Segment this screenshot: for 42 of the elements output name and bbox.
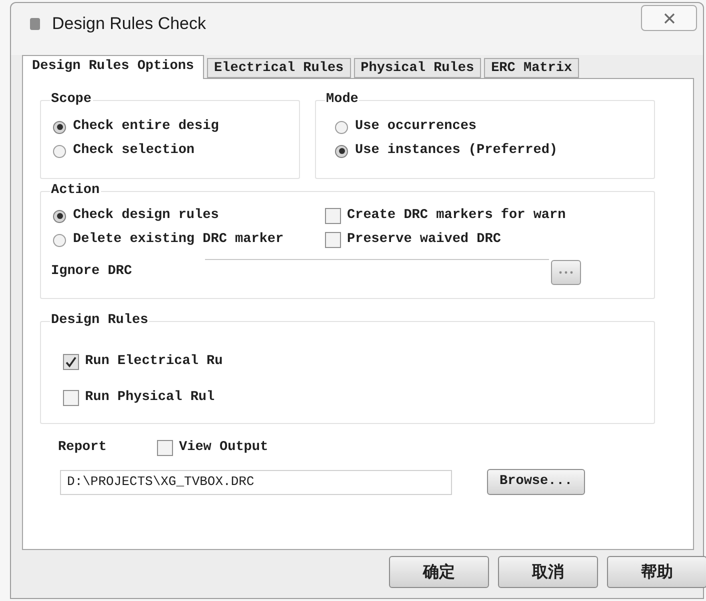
tab[interactable]: Electrical Rules [207, 58, 351, 78]
radio-button[interactable] [53, 144, 66, 158]
radio-button[interactable] [335, 144, 348, 158]
tab[interactable]: ERC Matrix [484, 58, 580, 78]
checkbox-label: Run Physical Rul [85, 388, 215, 407]
checkbox[interactable] [157, 440, 173, 456]
dialog-button[interactable]: 确定 [389, 556, 489, 588]
radio-label: Check entire desig [73, 118, 219, 136]
tab[interactable]: Physical Rules [354, 58, 482, 78]
radio-label: Check selection [73, 142, 195, 160]
checkbox[interactable] [325, 208, 341, 224]
tab[interactable]: Design Rules Options [22, 55, 204, 79]
field-label: Ignore DRC [51, 262, 134, 281]
group-label: Scope [50, 92, 93, 108]
file-path-field[interactable]: D:\PROJECTS\XG_TVBOX.DRC [60, 470, 452, 494]
radio-label: Use occurrences [355, 118, 477, 136]
dialog-button[interactable]: 取消 [498, 556, 598, 588]
ellipsis-button[interactable] [551, 260, 581, 284]
radio-label: Delete existing DRC marker [73, 230, 284, 249]
window-icon [30, 18, 40, 30]
checkbox-label: Preserve waived DRC [347, 230, 501, 249]
ellipsis-icon [559, 270, 573, 274]
checkbox[interactable] [63, 354, 79, 370]
window-title: Design Rules Check [52, 14, 206, 34]
check-icon [65, 356, 77, 368]
checkbox-label: View Output [179, 438, 268, 457]
checkbox[interactable] [63, 390, 79, 406]
checkbox-label: Create DRC markers for warn [347, 206, 566, 225]
checkbox-label: Run Electrical Ru [85, 352, 223, 371]
browse-button[interactable]: Browse... [487, 469, 585, 495]
radio-button[interactable] [53, 210, 66, 222]
radio-button[interactable] [335, 120, 348, 134]
radio-button[interactable] [53, 234, 66, 246]
radio-button[interactable] [53, 120, 66, 134]
close-icon [664, 12, 674, 24]
checkbox[interactable] [325, 232, 341, 248]
group-label: Design Rules [50, 313, 150, 329]
close-button[interactable] [641, 5, 697, 31]
report-label: Report [58, 438, 108, 457]
radio-label: Use instances (Preferred) [355, 142, 558, 160]
radio-label: Check design rules [73, 206, 219, 225]
dialog-button[interactable]: 帮助 [607, 556, 706, 588]
